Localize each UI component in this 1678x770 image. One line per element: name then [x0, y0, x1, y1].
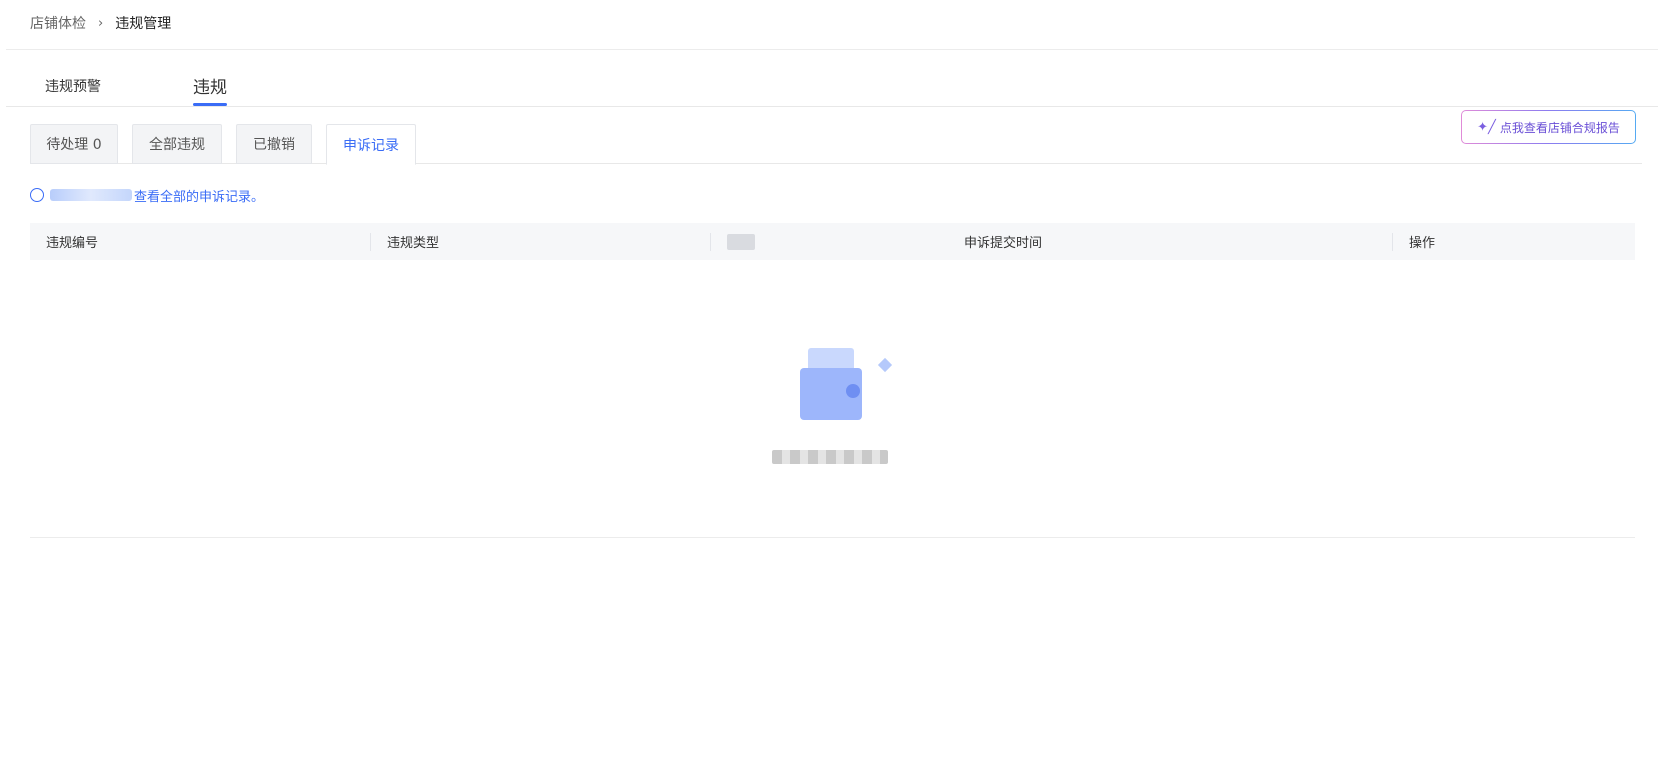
- empty-state-text-redacted: [772, 450, 888, 464]
- empty-box-icon: [800, 348, 893, 420]
- empty-state: [760, 318, 900, 478]
- breadcrumb: 店铺体检 › 违规管理: [30, 12, 171, 34]
- table-header: 违规编号 违规类型 申诉提交时间 操作: [30, 223, 1635, 260]
- column-header-redacted: [727, 223, 755, 260]
- redacted-block: [727, 233, 755, 250]
- subtab-revoked[interactable]: 已撤销: [236, 124, 312, 164]
- tab-violation-label: 违规: [193, 78, 227, 98]
- table-bottom-divider: [30, 537, 1635, 538]
- sub-tabs: 待处理 0 全部违规 已撤销 申诉记录: [30, 124, 1642, 165]
- chevron-right-icon: ›: [98, 15, 104, 31]
- main-tabs: 违规预警 违规: [6, 66, 1658, 107]
- column-divider: [370, 233, 371, 251]
- breadcrumb-current: 违规管理: [115, 16, 172, 32]
- tab-violation-warning[interactable]: 违规预警: [45, 76, 101, 116]
- info-notice: 查看全部的申诉记录。: [30, 186, 264, 205]
- subtab-appeal-records[interactable]: 申诉记录: [326, 124, 416, 165]
- compliance-report-button[interactable]: ✦╱ 点我查看店铺合规报告: [1461, 110, 1636, 144]
- sparkle-icon: ✦╱: [1477, 119, 1496, 135]
- breadcrumb-parent[interactable]: 店铺体检: [30, 13, 86, 33]
- compliance-report-label: 点我查看店铺合规报告: [1499, 120, 1620, 135]
- column-header-violation-type: 违规类型: [387, 236, 440, 251]
- column-header-violation-id: 违规编号: [46, 236, 99, 251]
- subtab-pending[interactable]: 待处理 0: [30, 124, 118, 164]
- info-link[interactable]: 查看全部的申诉记录。: [134, 186, 264, 205]
- active-tab-indicator: [193, 103, 227, 106]
- header-divider: [6, 49, 1658, 50]
- column-divider: [710, 233, 711, 251]
- column-divider: [1392, 233, 1393, 251]
- info-icon: [30, 188, 44, 202]
- tab-violation[interactable]: 违规: [193, 73, 227, 113]
- subtab-all-violations[interactable]: 全部违规: [132, 124, 222, 164]
- info-redacted: [50, 189, 132, 201]
- column-header-appeal-time: 申诉提交时间: [964, 236, 1043, 251]
- column-header-actions: 操作: [1409, 236, 1436, 251]
